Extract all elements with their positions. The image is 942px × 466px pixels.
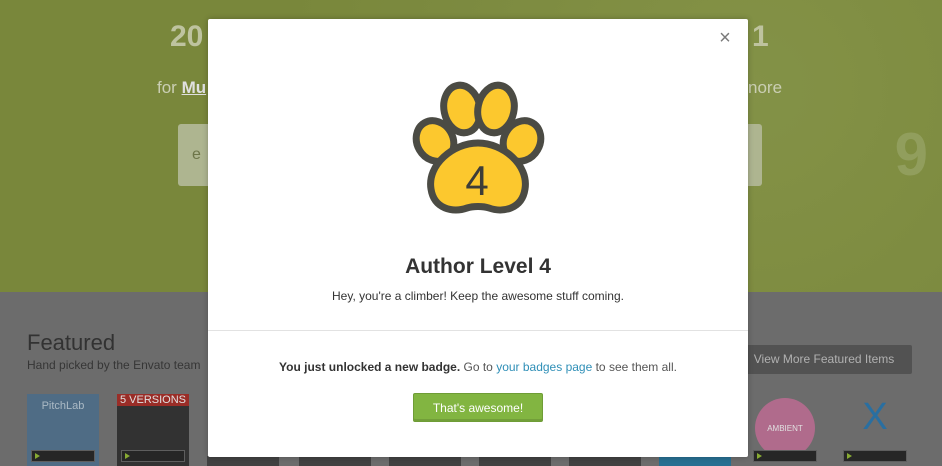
paw-badge-icon: 4 [412,81,545,214]
modal-divider [208,330,748,331]
unlock-message: You just unlocked a new badge. Go to you… [208,360,748,374]
unlock-strong-text: You just unlocked a new badge. [279,360,461,374]
confirm-button[interactable]: That's awesome! [413,393,543,422]
close-icon[interactable]: × [716,28,734,48]
unlock-tail-text: to see them all. [592,360,677,374]
unlock-go-text: Go to [460,360,497,374]
badge-number: 4 [465,157,488,204]
badge-modal: × 4 Author Level 4 Hey, you're a climber… [208,19,748,457]
badges-page-link[interactable]: your badges page [496,360,592,374]
modal-title: Author Level 4 [405,255,551,278]
modal-description: Hey, you're a climber! Keep the awesome … [332,289,624,303]
